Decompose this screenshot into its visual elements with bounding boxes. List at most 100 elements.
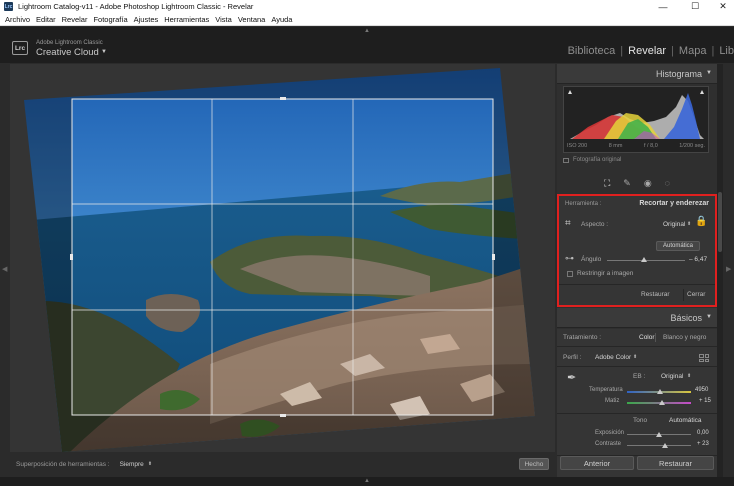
temperature-slider-knob[interactable] bbox=[657, 389, 664, 394]
angle-label: Ángulo bbox=[581, 256, 602, 263]
red-eye-icon[interactable]: ◉ bbox=[644, 178, 652, 189]
module-separator: | bbox=[711, 45, 715, 57]
app-icon: Lrc bbox=[4, 2, 13, 11]
overlay-label: Superposición de herramientas : bbox=[16, 460, 110, 468]
crop-handle-bottom[interactable] bbox=[280, 414, 286, 417]
menu-editar[interactable]: Editar bbox=[36, 15, 56, 24]
menu-archivo[interactable]: Archivo bbox=[5, 15, 30, 24]
menu-herramientas[interactable]: Herramientas bbox=[164, 15, 209, 24]
divider bbox=[557, 413, 717, 414]
exposure-slider-knob[interactable] bbox=[656, 432, 662, 437]
divider bbox=[557, 366, 717, 367]
histogram-header[interactable]: Histograma ▼ bbox=[557, 64, 717, 84]
focal-value: 8 mm bbox=[608, 143, 623, 149]
camera-info: ISO 200 8 mm f / 8,0 1/200 seg. bbox=[563, 143, 709, 149]
menu-fotografia[interactable]: Fotografía bbox=[93, 15, 127, 24]
checkbox-icon[interactable] bbox=[563, 157, 569, 163]
temperature-value[interactable]: 4950 bbox=[695, 387, 708, 393]
brand-creative-cloud[interactable]: Creative Cloud bbox=[36, 47, 99, 58]
tint-label: Matiz bbox=[605, 398, 620, 404]
masking-icon[interactable]: ◌ bbox=[665, 178, 670, 188]
crop-close-button[interactable]: Cerrar bbox=[687, 291, 705, 298]
done-button[interactable]: Hecho bbox=[519, 458, 549, 470]
crop-handle-left[interactable] bbox=[70, 254, 73, 260]
module-mapa[interactable]: Mapa bbox=[679, 45, 707, 57]
crop-tool-icon[interactable]: ⛶ bbox=[604, 178, 610, 189]
menu-ventana[interactable]: Ventana bbox=[238, 15, 266, 24]
tab-color[interactable]: Color bbox=[639, 334, 655, 341]
profile-select[interactable]: Adobe Color bbox=[595, 354, 631, 361]
contrast-value[interactable]: + 23 bbox=[697, 441, 709, 447]
minimize-button[interactable]: — bbox=[648, 0, 678, 13]
constrain-checkbox[interactable] bbox=[567, 271, 573, 277]
overlay-select[interactable]: Siempre bbox=[120, 461, 144, 468]
crop-reset-button[interactable]: Restaurar bbox=[641, 291, 670, 298]
temperature-label: Temperatura bbox=[589, 387, 623, 393]
chevron-down-icon[interactable]: ▼ bbox=[101, 49, 107, 55]
healing-brush-icon[interactable]: ✎ bbox=[623, 178, 631, 189]
brand-product: Adobe Lightroom Classic bbox=[36, 40, 103, 46]
scrollbar-thumb[interactable] bbox=[718, 192, 722, 252]
exposure-value[interactable]: 0,00 bbox=[697, 430, 709, 436]
auto-straighten-button[interactable]: Automática bbox=[656, 241, 700, 251]
collapse-top-panel-icon[interactable]: ▲ bbox=[364, 28, 370, 34]
rotated-photo bbox=[24, 68, 535, 452]
tint-slider-knob[interactable] bbox=[659, 400, 666, 405]
shutter-value: 1/200 seg. bbox=[679, 143, 705, 149]
menu-ayuda[interactable]: Ayuda bbox=[271, 15, 292, 24]
aspect-select[interactable]: Original bbox=[663, 221, 685, 228]
previous-button[interactable]: Anterior bbox=[560, 456, 634, 470]
maximize-button[interactable]: ☐ bbox=[680, 0, 710, 13]
menu-bar: Archivo Editar Revelar Fotografía Ajuste… bbox=[0, 13, 734, 26]
basics-title: Básicos bbox=[670, 313, 702, 323]
reset-button[interactable]: Restaurar bbox=[637, 456, 714, 470]
module-biblioteca[interactable]: Biblioteca bbox=[568, 45, 616, 57]
lock-icon[interactable]: 🔒 bbox=[695, 216, 707, 227]
tab-black-white[interactable]: Blanco y negro bbox=[663, 334, 706, 341]
collapse-icon[interactable]: ▼ bbox=[706, 70, 712, 76]
crop-handle-right[interactable] bbox=[492, 254, 495, 260]
lrc-logo: Lrc bbox=[12, 41, 28, 55]
right-panel-scrollbar[interactable] bbox=[717, 64, 723, 477]
photo-canvas[interactable] bbox=[10, 64, 555, 452]
wb-select[interactable]: Original bbox=[661, 373, 683, 380]
expand-left-panel-icon[interactable]: ◀ bbox=[2, 265, 7, 273]
module-picker: Biblioteca | Revelar | Mapa | Lib bbox=[568, 45, 734, 57]
expand-filmstrip-icon[interactable]: ▲ bbox=[364, 478, 370, 484]
divider bbox=[655, 333, 656, 342]
updown-icon[interactable]: ⬍ bbox=[148, 461, 152, 467]
aspect-label: Aspecto : bbox=[581, 221, 609, 228]
profile-label: Perfil : bbox=[563, 354, 582, 361]
module-revelar[interactable]: Revelar bbox=[628, 45, 666, 57]
collapse-icon[interactable]: ▼ bbox=[706, 314, 712, 320]
contrast-slider-knob[interactable] bbox=[662, 443, 669, 448]
crop-title: Recortar y enderezar bbox=[639, 200, 709, 207]
menu-revelar[interactable]: Revelar bbox=[62, 15, 88, 24]
crop-frame-icon[interactable]: ⌗ bbox=[565, 218, 571, 229]
updown-icon[interactable]: ⬍ bbox=[687, 373, 691, 379]
treatment-label: Tratamiento : bbox=[563, 334, 602, 341]
module-libro[interactable]: Lib bbox=[719, 45, 734, 57]
menu-ajustes[interactable]: Ajustes bbox=[134, 15, 159, 24]
eyedropper-icon[interactable]: ✒ bbox=[567, 371, 576, 384]
expand-right-panel-icon[interactable]: ▶ bbox=[726, 265, 731, 273]
crop-straighten-panel: Herramienta : Recortar y enderezar ⌗ Asp… bbox=[557, 194, 717, 307]
menu-vista[interactable]: Vista bbox=[215, 15, 232, 24]
profile-browser-icon[interactable] bbox=[699, 354, 709, 362]
title-bar: Lrc Lightroom Catalog-v11 - Adobe Photos… bbox=[0, 0, 734, 13]
straighten-tool-icon[interactable]: ⊶ bbox=[565, 253, 574, 264]
close-window-button[interactable]: ✕ bbox=[708, 0, 734, 13]
right-panel: Histograma ▼ ISO 200 8 mm f / 8,0 1/200 … bbox=[557, 64, 717, 477]
angle-slider-knob[interactable] bbox=[640, 257, 647, 262]
tone-auto-button[interactable]: Automática bbox=[669, 417, 702, 424]
contrast-slider-track[interactable] bbox=[627, 445, 691, 446]
tint-value[interactable]: + 15 bbox=[699, 398, 711, 404]
angle-value[interactable]: – 6,47 bbox=[689, 256, 707, 263]
original-photo-toggle[interactable]: Fotografía original bbox=[563, 157, 621, 163]
tool-overlay-toolbar: Superposición de herramientas : Siempre … bbox=[10, 452, 555, 476]
image-viewer[interactable] bbox=[10, 64, 555, 452]
updown-icon[interactable]: ⬍ bbox=[687, 221, 691, 227]
crop-handle-top[interactable] bbox=[280, 97, 286, 100]
basics-header[interactable]: Básicos ▼ bbox=[557, 308, 717, 328]
updown-icon[interactable]: ⬍ bbox=[633, 354, 637, 360]
